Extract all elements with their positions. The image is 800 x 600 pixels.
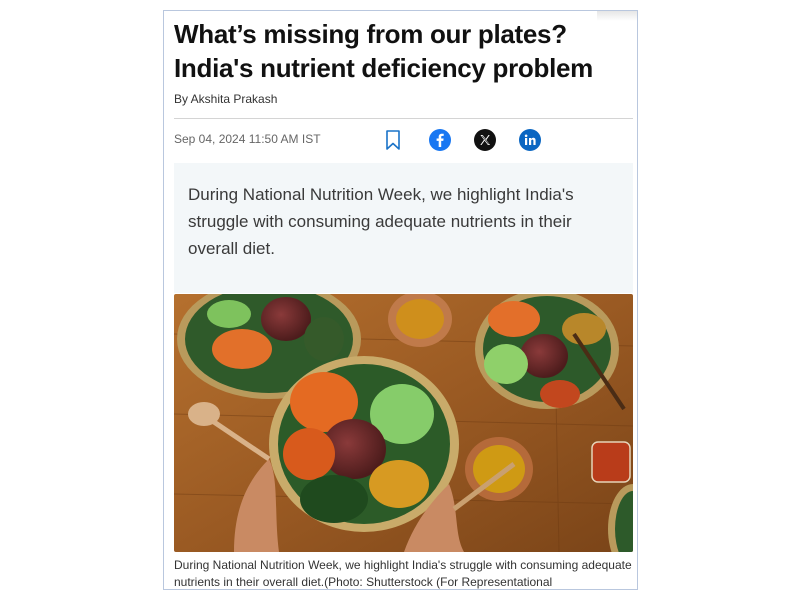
meta-row: Sep 04, 2024 11:50 AM IST [174, 129, 633, 153]
article-summary: During National Nutrition Week, we highl… [174, 163, 633, 293]
summary-text: During National Nutrition Week, we highl… [188, 185, 574, 258]
article-title: What’s missing from our plates? India's … [174, 19, 593, 83]
article-card: What’s missing from our plates? India's … [163, 10, 638, 590]
food-bowls-photo [174, 294, 633, 552]
facebook-icon[interactable] [429, 129, 451, 151]
author-byline[interactable]: By Akshita Prakash [174, 92, 277, 106]
divider [174, 118, 633, 119]
x-icon[interactable] [474, 129, 496, 151]
photo-caption: During National Nutrition Week, we highl… [174, 558, 632, 589]
publish-date: Sep 04, 2024 11:50 AM IST [174, 132, 321, 146]
linkedin-icon[interactable] [519, 129, 541, 151]
bookmark-icon[interactable] [382, 129, 404, 151]
